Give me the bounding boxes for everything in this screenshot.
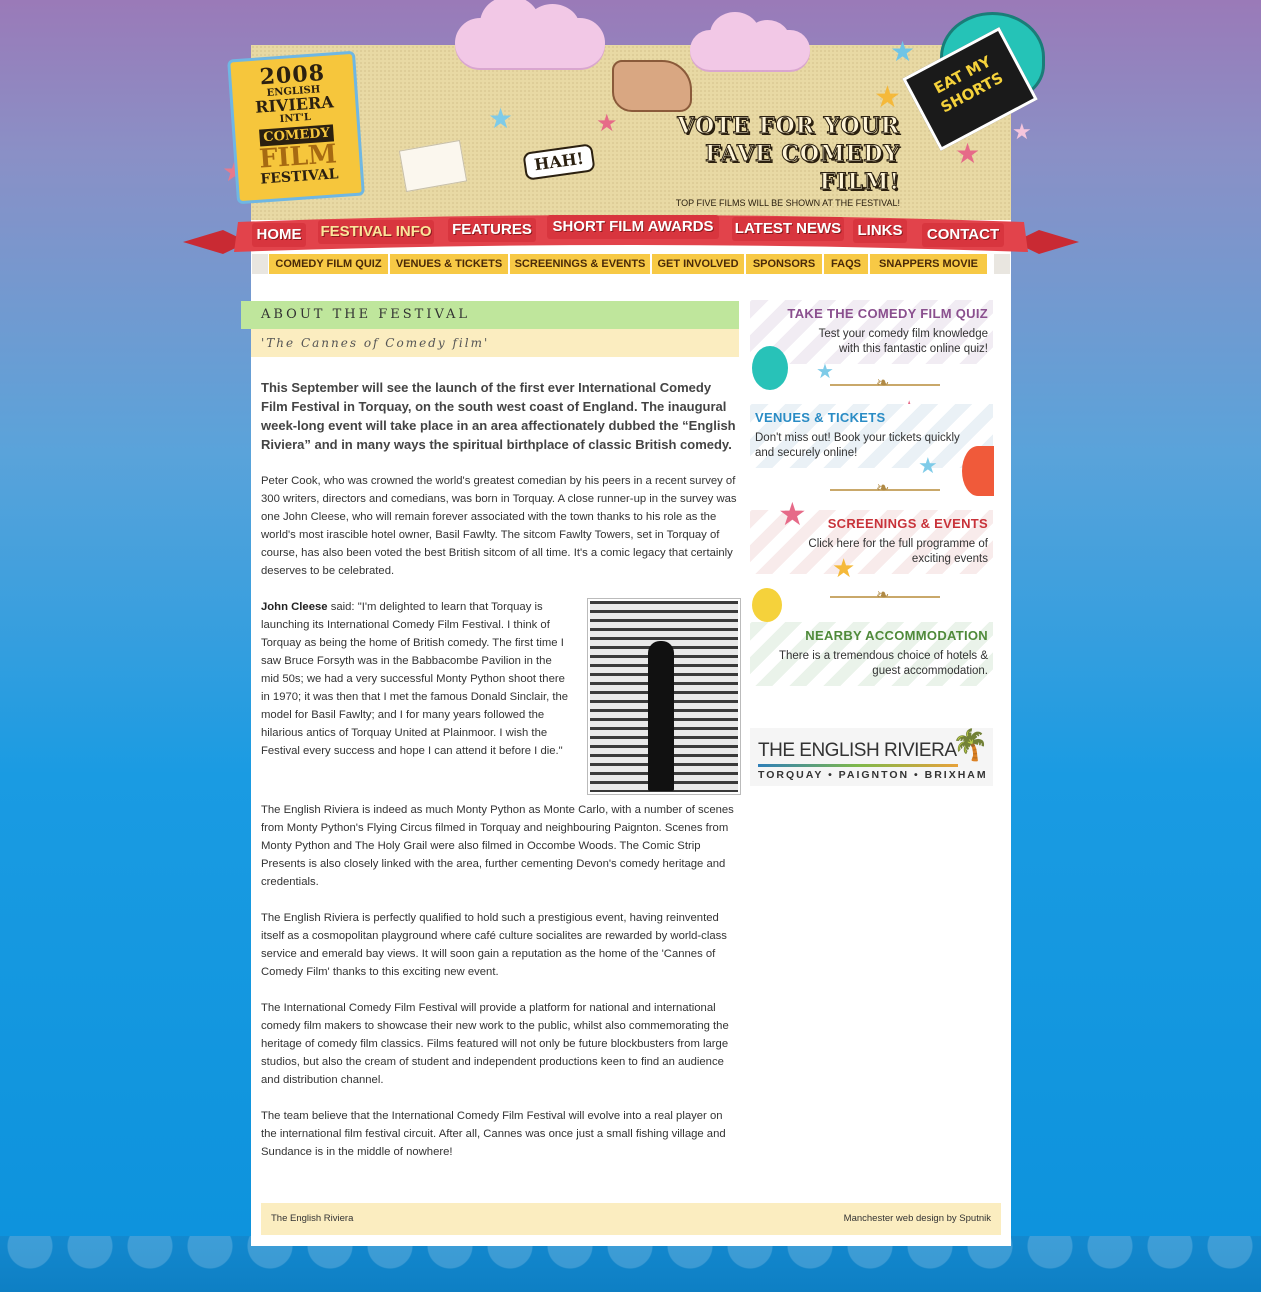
star-icon: ★ xyxy=(596,110,618,137)
critter-illustration xyxy=(752,346,788,390)
vote-title: VOTE FOR YOUR FAVE COMEDY FILM! xyxy=(677,113,900,196)
star-icon: ★ xyxy=(890,36,916,67)
subnav-tab-edge xyxy=(252,254,268,274)
body-paragraph: The team believe that the International … xyxy=(261,1110,726,1158)
quote-author: John Cleese xyxy=(261,601,328,613)
subnav-get-involved[interactable]: GET INVOLVED xyxy=(652,254,745,274)
nav-home[interactable]: HOME xyxy=(252,223,306,247)
sidebar-accommodation-box[interactable]: NEARBY ACCOMMODATION There is a tremendo… xyxy=(750,622,993,686)
riviera-towns: TORQUAY • PAIGNTON • BRIXHAM xyxy=(758,769,988,781)
subnav-tab-edge xyxy=(994,254,1010,274)
festival-logo[interactable]: 2008 ENGLISH RIVIERA INT'L COMEDY FILM F… xyxy=(227,50,365,205)
sidebar-accommodation-text: There is a tremendous choice of hotels &… xyxy=(778,650,988,677)
body-paragraph: The English Riviera is perfectly qualifi… xyxy=(261,912,727,978)
subnav-snappers-movie[interactable]: SNAPPERS MOVIE xyxy=(870,254,988,274)
subnav-sponsors[interactable]: SPONSORS xyxy=(746,254,823,274)
star-icon: ★ xyxy=(778,496,807,532)
body-paragraph: The English Riviera is indeed as much Mo… xyxy=(261,804,734,888)
star-icon: ★ xyxy=(488,103,514,134)
main-navigation: HOME FESTIVAL INFO FEATURES SHORT FILM A… xyxy=(0,215,1261,255)
page-title: ABOUT THE FESTIVAL xyxy=(241,301,739,329)
cloud-decoration xyxy=(690,12,810,70)
nav-links[interactable]: LINKS xyxy=(853,219,907,243)
sidebar-quiz-text: Test your comedy film knowledge with thi… xyxy=(818,328,988,355)
page-subtitle: 'The Cannes of Comedy film' xyxy=(251,329,739,357)
subnav-comedy-film-quiz[interactable]: COMEDY FILM QUIZ xyxy=(269,254,389,274)
ornament-divider xyxy=(830,585,940,604)
vote-subtitle: TOP FIVE FILMS WILL BE SHOWN AT THE FEST… xyxy=(675,198,900,208)
nav-contact[interactable]: CONTACT xyxy=(922,223,1004,247)
body-paragraph: The International Comedy Film Festival w… xyxy=(261,1002,729,1086)
main-content: This September will see the launch of th… xyxy=(261,378,741,1179)
nav-short-film-awards[interactable]: SHORT FILM AWARDS xyxy=(547,215,719,239)
pointing-hand-illustration xyxy=(612,60,692,112)
sidebar-screenings-text: Click here for the full programme of exc… xyxy=(808,538,988,565)
chick-illustration xyxy=(752,588,782,622)
critter-illustration xyxy=(962,446,994,496)
footer-riviera-link[interactable]: The English Riviera xyxy=(271,1213,353,1224)
sidebar-quiz-title: TAKE THE COMEDY FILM QUIZ xyxy=(787,306,988,321)
star-icon: ★ xyxy=(1012,119,1032,144)
nav-latest-news[interactable]: LATEST NEWS xyxy=(732,217,844,241)
john-cleese-photo xyxy=(587,598,741,795)
sidebar-venues-title: VENUES & TICKETS xyxy=(755,410,886,425)
lead-paragraph: This September will see the launch of th… xyxy=(261,380,736,452)
sidebar-accommodation-title: NEARBY ACCOMMODATION xyxy=(805,628,988,643)
star-icon: ★ xyxy=(832,553,856,583)
nav-festival-info[interactable]: FESTIVAL INFO xyxy=(318,220,434,244)
nav-features[interactable]: FEATURES xyxy=(448,218,536,242)
ornament-divider xyxy=(830,373,940,392)
palm-tree-icon: 🌴 xyxy=(951,729,989,762)
ornament-divider xyxy=(830,478,940,497)
sidebar-quiz-box[interactable]: TAKE THE COMEDY FILM QUIZ Test your come… xyxy=(750,300,993,364)
sidebar-venues-box[interactable]: VENUES & TICKETS Don't miss out! Book yo… xyxy=(750,404,993,468)
star-icon: ★ xyxy=(816,361,834,383)
star-icon: ★ xyxy=(918,453,938,478)
subnav-venues-tickets[interactable]: VENUES & TICKETS xyxy=(390,254,509,274)
footer-credit-link[interactable]: Manchester web design by Sputnik xyxy=(844,1203,991,1235)
subnav-screenings-events[interactable]: SCREENINGS & EVENTS xyxy=(510,254,651,274)
english-riviera-logo[interactable]: THE ENGLISH RIVIERA TORQUAY • PAIGNTON •… xyxy=(750,728,993,786)
cloud-decoration xyxy=(455,0,605,68)
vote-promo[interactable]: VOTE FOR YOUR FAVE COMEDY FILM! TOP FIVE… xyxy=(640,112,900,209)
quote-text: said: "I'm delighted to learn that Torqu… xyxy=(261,601,569,757)
star-icon: ★ xyxy=(874,81,901,114)
subnav-faqs[interactable]: FAQS xyxy=(824,254,869,274)
sidebar-venues-text: Don't miss out! Book your tickets quickl… xyxy=(755,432,960,459)
footer: The English Riviera Manchester web desig… xyxy=(261,1203,1001,1235)
riviera-stripe xyxy=(758,764,958,767)
body-paragraph: Peter Cook, who was crowned the world's … xyxy=(261,475,737,577)
star-icon: ★ xyxy=(955,138,981,169)
